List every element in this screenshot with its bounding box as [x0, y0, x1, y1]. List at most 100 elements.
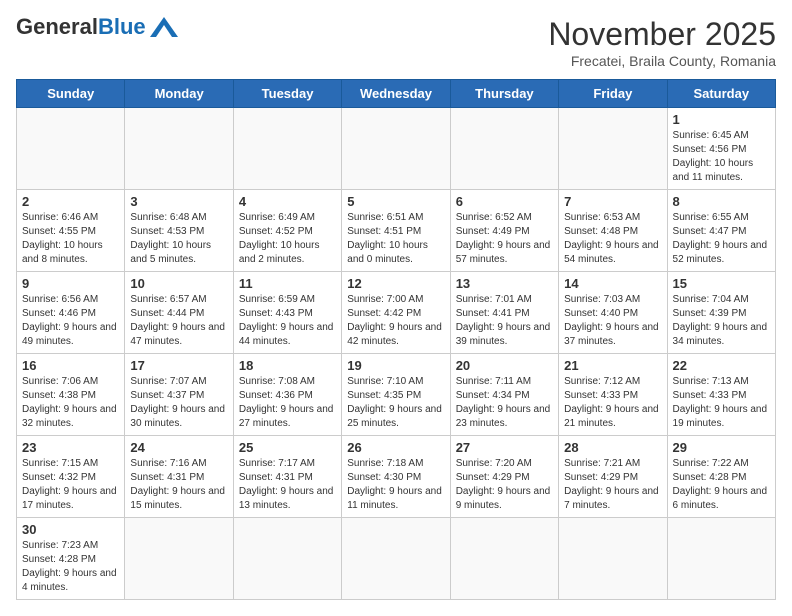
day-cell: [450, 518, 558, 600]
day-number: 12: [347, 276, 444, 291]
day-cell: 9Sunrise: 6:56 AM Sunset: 4:46 PM Daylig…: [17, 272, 125, 354]
day-info: Sunrise: 7:08 AM Sunset: 4:36 PM Dayligh…: [239, 375, 336, 431]
day-cell: 15 Sunrise: 7:04 AM Sunset: 4:39 PM Dayli…: [667, 272, 775, 354]
day-cell: 16 Sunrise: 7:06 AM Sunset: 4:38 PM Dayli…: [17, 354, 125, 436]
day-info: Sunrise: 6:48 AM Sunset: 4:53 PM Dayligh…: [130, 211, 227, 267]
day-cell: [233, 108, 341, 190]
day-number: 26: [347, 440, 444, 455]
day-info: Sunrise: 7:04 AM Sunset: 4:39 PM Dayligh…: [673, 293, 770, 349]
day-cell: 12 Sunrise: 7:00 AM Sunset: 4:42 PM Dayli…: [342, 272, 450, 354]
day-cell: 29 Sunrise: 7:22 AM Sunset: 4:28 PM Dayli…: [667, 436, 775, 518]
week-row-4: 16 Sunrise: 7:06 AM Sunset: 4:38 PM Dayli…: [17, 354, 776, 436]
day-info: Sunrise: 7:22 AM Sunset: 4:28 PM Dayligh…: [673, 457, 770, 513]
day-info: Sunrise: 7:20 AM Sunset: 4:29 PM Dayligh…: [456, 457, 553, 513]
day-cell: 3 Sunrise: 6:48 AM Sunset: 4:53 PM Daylig…: [125, 190, 233, 272]
day-cell: [125, 518, 233, 600]
day-cell: 22Sunrise: 7:13 AM Sunset: 4:33 PM Dayli…: [667, 354, 775, 436]
day-number: 24: [130, 440, 227, 455]
title-area: November 2025 Frecatei, Braila County, R…: [548, 16, 776, 69]
day-cell: 1 Sunrise: 6:45 AM Sunset: 4:56 PM Daylig…: [667, 108, 775, 190]
day-number: 18: [239, 358, 336, 373]
day-info: Sunrise: 7:00 AM Sunset: 4:42 PM Dayligh…: [347, 293, 444, 349]
day-info: Sunrise: 6:57 AM Sunset: 4:44 PM Dayligh…: [130, 293, 227, 349]
day-info: Sunrise: 6:59 AM Sunset: 4:43 PM Dayligh…: [239, 293, 336, 349]
day-number: 19: [347, 358, 444, 373]
weekday-saturday: Saturday: [667, 80, 775, 108]
day-cell: [125, 108, 233, 190]
logo-general-text: General: [16, 16, 98, 38]
day-number: 13: [456, 276, 553, 291]
location-title: Frecatei, Braila County, Romania: [548, 53, 776, 69]
day-info: Sunrise: 7:15 AM Sunset: 4:32 PM Dayligh…: [22, 457, 119, 513]
day-cell: 13 Sunrise: 7:01 AM Sunset: 4:41 PM Dayli…: [450, 272, 558, 354]
day-number: 25: [239, 440, 336, 455]
day-cell: 19 Sunrise: 7:10 AM Sunset: 4:35 PM Dayli…: [342, 354, 450, 436]
day-cell: [559, 518, 667, 600]
day-cell: [450, 108, 558, 190]
day-cell: 27 Sunrise: 7:20 AM Sunset: 4:29 PM Dayli…: [450, 436, 558, 518]
day-info: Sunrise: 6:46 AM Sunset: 4:55 PM Dayligh…: [22, 211, 119, 267]
weekday-thursday: Thursday: [450, 80, 558, 108]
day-info: Sunrise: 7:16 AM Sunset: 4:31 PM Dayligh…: [130, 457, 227, 513]
day-info: Sunrise: 7:10 AM Sunset: 4:35 PM Dayligh…: [347, 375, 444, 431]
day-cell: 28 Sunrise: 7:21 AM Sunset: 4:29 PM Dayli…: [559, 436, 667, 518]
day-number: 8: [673, 194, 770, 209]
day-info: Sunrise: 6:49 AM Sunset: 4:52 PM Dayligh…: [239, 211, 336, 267]
day-cell: [233, 518, 341, 600]
day-cell: [667, 518, 775, 600]
day-cell: 4 Sunrise: 6:49 AM Sunset: 4:52 PM Daylig…: [233, 190, 341, 272]
day-number: 15: [673, 276, 770, 291]
day-info: Sunrise: 7:12 AM Sunset: 4:33 PM Dayligh…: [564, 375, 661, 431]
day-number: 20: [456, 358, 553, 373]
day-number: 17: [130, 358, 227, 373]
weekday-wednesday: Wednesday: [342, 80, 450, 108]
day-number: 3: [130, 194, 227, 209]
day-cell: 8Sunrise: 6:55 AM Sunset: 4:47 PM Daylig…: [667, 190, 775, 272]
day-cell: 18 Sunrise: 7:08 AM Sunset: 4:36 PM Dayli…: [233, 354, 341, 436]
week-row-2: 2Sunrise: 6:46 AM Sunset: 4:55 PM Daylig…: [17, 190, 776, 272]
day-info: Sunrise: 7:06 AM Sunset: 4:38 PM Dayligh…: [22, 375, 119, 431]
day-cell: 30 Sunrise: 7:23 AM Sunset: 4:28 PM Dayli…: [17, 518, 125, 600]
week-row-5: 23 Sunrise: 7:15 AM Sunset: 4:32 PM Dayli…: [17, 436, 776, 518]
day-cell: 23 Sunrise: 7:15 AM Sunset: 4:32 PM Dayli…: [17, 436, 125, 518]
month-title: November 2025: [548, 16, 776, 53]
day-info: Sunrise: 7:03 AM Sunset: 4:40 PM Dayligh…: [564, 293, 661, 349]
day-number: 30: [22, 522, 119, 537]
day-info: Sunrise: 6:51 AM Sunset: 4:51 PM Dayligh…: [347, 211, 444, 267]
day-info: Sunrise: 7:21 AM Sunset: 4:29 PM Dayligh…: [564, 457, 661, 513]
day-info: Sunrise: 7:23 AM Sunset: 4:28 PM Dayligh…: [22, 539, 119, 595]
day-cell: 7 Sunrise: 6:53 AM Sunset: 4:48 PM Daylig…: [559, 190, 667, 272]
day-info: Sunrise: 7:17 AM Sunset: 4:31 PM Dayligh…: [239, 457, 336, 513]
logo-blue-text: Blue: [98, 16, 146, 38]
day-info: Sunrise: 7:18 AM Sunset: 4:30 PM Dayligh…: [347, 457, 444, 513]
day-info: Sunrise: 6:45 AM Sunset: 4:56 PM Dayligh…: [673, 129, 770, 185]
day-number: 27: [456, 440, 553, 455]
day-number: 4: [239, 194, 336, 209]
day-cell: [559, 108, 667, 190]
day-number: 22: [673, 358, 770, 373]
day-number: 23: [22, 440, 119, 455]
day-cell: [342, 518, 450, 600]
day-cell: [17, 108, 125, 190]
day-info: Sunrise: 6:52 AM Sunset: 4:49 PM Dayligh…: [456, 211, 553, 267]
day-info: Sunrise: 7:07 AM Sunset: 4:37 PM Dayligh…: [130, 375, 227, 431]
day-number: 16: [22, 358, 119, 373]
day-number: 28: [564, 440, 661, 455]
day-number: 9: [22, 276, 119, 291]
week-row-1: 1 Sunrise: 6:45 AM Sunset: 4:56 PM Daylig…: [17, 108, 776, 190]
day-number: 7: [564, 194, 661, 209]
weekday-header-row: SundayMondayTuesdayWednesdayThursdayFrid…: [17, 80, 776, 108]
weekday-tuesday: Tuesday: [233, 80, 341, 108]
day-number: 1: [673, 112, 770, 127]
day-cell: 21Sunrise: 7:12 AM Sunset: 4:33 PM Dayli…: [559, 354, 667, 436]
day-info: Sunrise: 7:11 AM Sunset: 4:34 PM Dayligh…: [456, 375, 553, 431]
weekday-friday: Friday: [559, 80, 667, 108]
day-cell: 2Sunrise: 6:46 AM Sunset: 4:55 PM Daylig…: [17, 190, 125, 272]
day-cell: [342, 108, 450, 190]
day-cell: 11Sunrise: 6:59 AM Sunset: 4:43 PM Dayli…: [233, 272, 341, 354]
header: General Blue November 2025 Frecatei, Bra…: [16, 16, 776, 69]
logo-icon: [150, 17, 178, 37]
day-number: 29: [673, 440, 770, 455]
day-info: Sunrise: 6:53 AM Sunset: 4:48 PM Dayligh…: [564, 211, 661, 267]
day-info: Sunrise: 7:01 AM Sunset: 4:41 PM Dayligh…: [456, 293, 553, 349]
